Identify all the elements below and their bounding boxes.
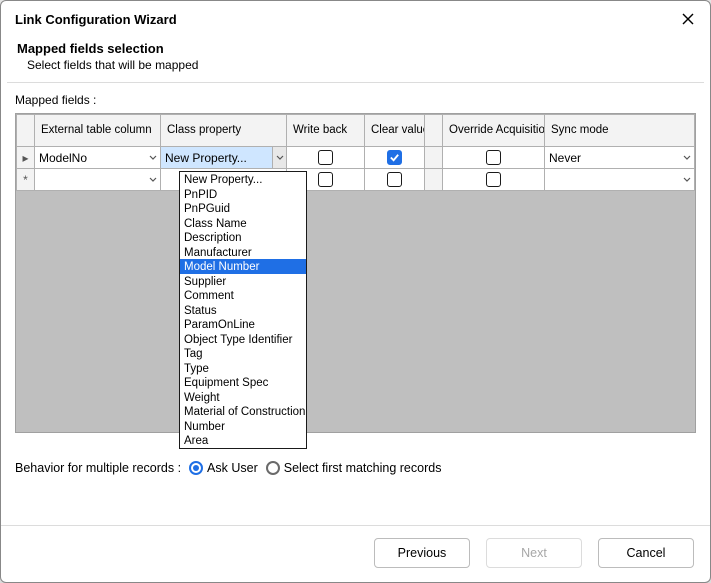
chevron-down-icon	[680, 169, 694, 190]
dropdown-item[interactable]: Type	[180, 361, 306, 376]
dropdown-item[interactable]: Model Number	[180, 259, 306, 274]
chevron-down-icon	[272, 147, 286, 168]
col-write-back[interactable]: Write back	[287, 115, 365, 147]
radio-label: Ask User	[207, 461, 258, 475]
table-row: ▸ ModelNo New Property... Never	[17, 147, 695, 169]
checkbox[interactable]	[486, 150, 501, 165]
col-gap	[425, 115, 443, 147]
combo-cell[interactable]: ModelNo	[35, 147, 160, 168]
dropdown-item[interactable]: Class Name	[180, 216, 306, 231]
page-subtitle: Select fields that will be mapped	[27, 58, 694, 72]
dropdown-item[interactable]: ParamOnLine	[180, 317, 306, 332]
dropdown-item[interactable]: Tag	[180, 346, 306, 361]
row-header-corner	[17, 115, 35, 147]
dropdown-item[interactable]: Area	[180, 433, 306, 448]
checkbox[interactable]	[318, 150, 333, 165]
combo-value: ModelNo	[39, 151, 146, 165]
col-external[interactable]: External table column	[35, 115, 161, 147]
table-row: *	[17, 169, 695, 191]
dropdown-item[interactable]: PnPID	[180, 187, 306, 202]
dropdown-item[interactable]: New Property...	[180, 172, 306, 187]
checkbox[interactable]	[486, 172, 501, 187]
gap-cell	[425, 169, 443, 191]
behavior-label: Behavior for multiple records :	[15, 461, 181, 475]
radio-select-first[interactable]: Select first matching records	[266, 461, 442, 475]
dropdown-item[interactable]: Description	[180, 230, 306, 245]
radio-label: Select first matching records	[284, 461, 442, 475]
col-class-property[interactable]: Class property	[161, 115, 287, 147]
radio-icon	[266, 461, 280, 475]
dropdown-item[interactable]: PnPGuid	[180, 201, 306, 216]
checkbox[interactable]	[318, 172, 333, 187]
radio-ask-user[interactable]: Ask User	[189, 461, 258, 475]
mapped-fields-grid: External table column Class property Wri…	[15, 113, 696, 433]
divider	[7, 82, 704, 83]
behavior-row: Behavior for multiple records : Ask User…	[15, 461, 696, 475]
dropdown-item[interactable]: Number	[180, 419, 306, 434]
title-bar: Link Configuration Wizard	[1, 1, 710, 35]
combo-cell[interactable]: Never	[545, 147, 694, 168]
dropdown-item[interactable]: Supplier	[180, 274, 306, 289]
gap-cell	[425, 147, 443, 169]
class-property-dropdown[interactable]: New Property...PnPIDPnPGuidClass NameDes…	[179, 171, 307, 449]
combo-value: Never	[549, 151, 680, 165]
chevron-down-icon	[146, 169, 160, 190]
col-sync-mode[interactable]: Sync mode	[545, 115, 695, 147]
window-title: Link Configuration Wizard	[15, 12, 177, 27]
next-button[interactable]: Next	[486, 538, 582, 568]
row-marker: *	[17, 169, 35, 191]
row-marker: ▸	[17, 147, 35, 169]
dropdown-item[interactable]: Weight	[180, 390, 306, 405]
combo-cell[interactable]	[35, 169, 160, 190]
page-title: Mapped fields selection	[17, 41, 694, 56]
chevron-down-icon	[146, 147, 160, 168]
checkbox[interactable]	[387, 150, 402, 165]
dropdown-item[interactable]: Object Type Identifier	[180, 332, 306, 347]
dropdown-item[interactable]: Equipment Spec	[180, 375, 306, 390]
dropdown-item[interactable]: Material of Construction	[180, 404, 306, 419]
radio-icon	[189, 461, 203, 475]
combo-value: New Property...	[165, 151, 272, 165]
checkbox[interactable]	[387, 172, 402, 187]
col-clear-value[interactable]: Clear value	[365, 115, 425, 147]
combo-cell[interactable]	[545, 169, 694, 190]
dropdown-item[interactable]: Comment	[180, 288, 306, 303]
wizard-header: Mapped fields selection Select fields th…	[1, 35, 710, 82]
wizard-footer: Previous Next Cancel	[1, 525, 710, 582]
close-button[interactable]	[676, 7, 700, 31]
wizard-window: Link Configuration Wizard Mapped fields …	[0, 0, 711, 583]
col-override[interactable]: Override Acquisition Mode	[443, 115, 545, 147]
check-icon	[389, 152, 400, 163]
chevron-down-icon	[680, 147, 694, 168]
dropdown-item[interactable]: Manufacturer	[180, 245, 306, 260]
dropdown-item[interactable]: Status	[180, 303, 306, 318]
close-icon	[682, 13, 694, 25]
cancel-button[interactable]: Cancel	[598, 538, 694, 568]
combo-cell[interactable]: New Property...	[161, 147, 286, 168]
grid-label: Mapped fields :	[15, 93, 696, 107]
previous-button[interactable]: Previous	[374, 538, 470, 568]
